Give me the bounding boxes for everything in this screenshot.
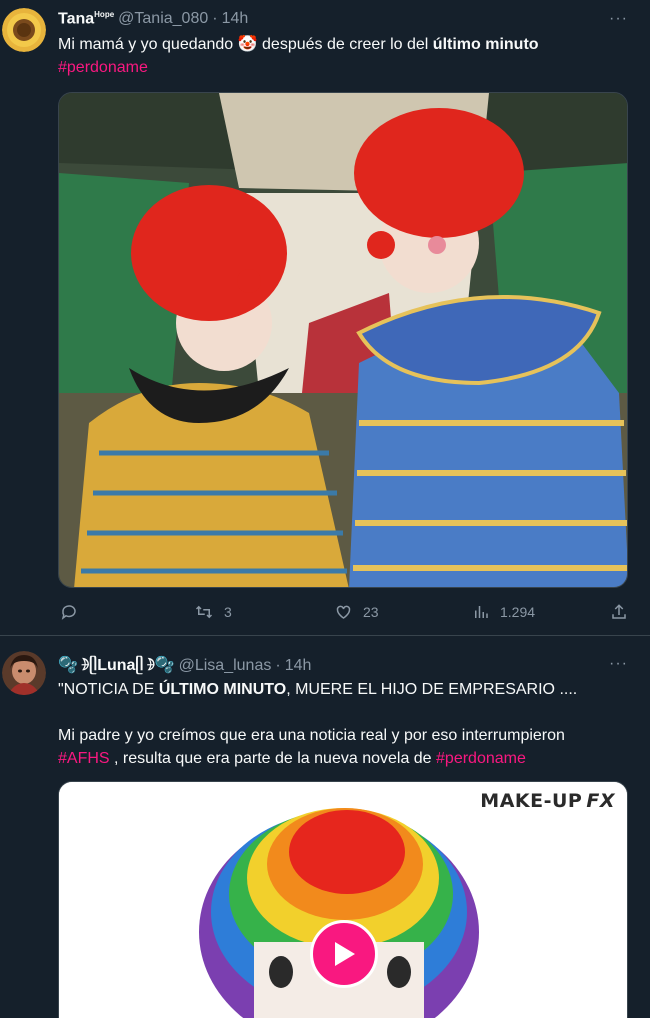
avatar[interactable]: [2, 651, 46, 695]
play-icon: [335, 942, 355, 966]
clown-emoji-icon: 🤡: [237, 36, 258, 53]
hashtag-link[interactable]: #perdoname: [436, 750, 526, 767]
sunflower-avatar-icon: [2, 8, 46, 52]
tweet[interactable]: TanaHope @Tania_080 · 14h ··· Mi mamá y …: [0, 0, 650, 636]
tweet-header: TanaHope @Tania_080 · 14h: [58, 10, 248, 28]
tweet-actions: 3 23 1.294: [58, 603, 628, 625]
video-brand-watermark: MAKE-UP FX: [480, 790, 615, 812]
handle[interactable]: @Tania_080: [118, 10, 208, 28]
separator: ·: [275, 657, 281, 674]
retweet-icon: [195, 605, 213, 619]
avatar[interactable]: [2, 8, 46, 52]
reply-button[interactable]: [60, 603, 78, 621]
tweet-text-line: Mi padre y yo creímos que era una notici…: [58, 727, 565, 744]
like-button[interactable]: 23: [334, 603, 379, 621]
more-icon[interactable]: ···: [609, 655, 628, 673]
timestamp[interactable]: 14h: [222, 10, 249, 28]
tweet-text-line: #AFHS , resulta que era parte de la nuev…: [58, 750, 526, 767]
views-count: 1.294: [500, 604, 536, 620]
retweet-count: 3: [224, 604, 232, 620]
views-icon: [475, 606, 488, 618]
retweet-button[interactable]: 3: [194, 603, 232, 621]
play-button[interactable]: [310, 920, 378, 988]
hashtag-link[interactable]: #perdoname: [58, 59, 148, 76]
share-icon: [612, 604, 626, 619]
tweet-text-line: Mi mamá y yo quedando 🤡 después de creer…: [58, 36, 539, 53]
display-name[interactable]: TanaHope: [58, 10, 114, 28]
profile-photo-icon: [2, 651, 46, 695]
separator: ·: [212, 10, 218, 28]
tweet-header: 🫧☽̶ᥫLunaᥫ☽̶🫧 @Lisa_lunas · 14h: [58, 655, 311, 675]
tweet-video[interactable]: MAKE-UP FX: [58, 781, 628, 1018]
like-count: 23: [363, 604, 379, 620]
reply-icon: [61, 605, 76, 620]
tweet-text: "NOTICIA DE ÚLTIMO MINUTO, MUERE EL HIJO…: [58, 678, 577, 770]
tweet-text-line: "NOTICIA DE ÚLTIMO MINUTO, MUERE EL HIJO…: [58, 681, 578, 698]
like-icon: [336, 605, 351, 619]
hashtag-link[interactable]: #AFHS: [58, 750, 110, 767]
timestamp[interactable]: 14h: [285, 657, 312, 675]
views-button[interactable]: 1.294: [472, 603, 535, 621]
tweet-image[interactable]: [58, 92, 628, 588]
name-suffix: Hope: [94, 10, 115, 19]
more-icon[interactable]: ···: [609, 10, 628, 28]
tweet[interactable]: 🫧☽̶ᥫLunaᥫ☽̶🫧 @Lisa_lunas · 14h ··· "NOTI…: [0, 637, 650, 1018]
share-button[interactable]: [610, 603, 628, 621]
clowns-photo-icon: [59, 93, 627, 587]
tweet-text: Mi mamá y yo quedando 🤡 después de creer…: [58, 33, 539, 79]
handle[interactable]: @Lisa_lunas: [179, 657, 272, 675]
display-name[interactable]: 🫧☽̶ᥫLunaᥫ☽̶🫧: [58, 655, 175, 675]
